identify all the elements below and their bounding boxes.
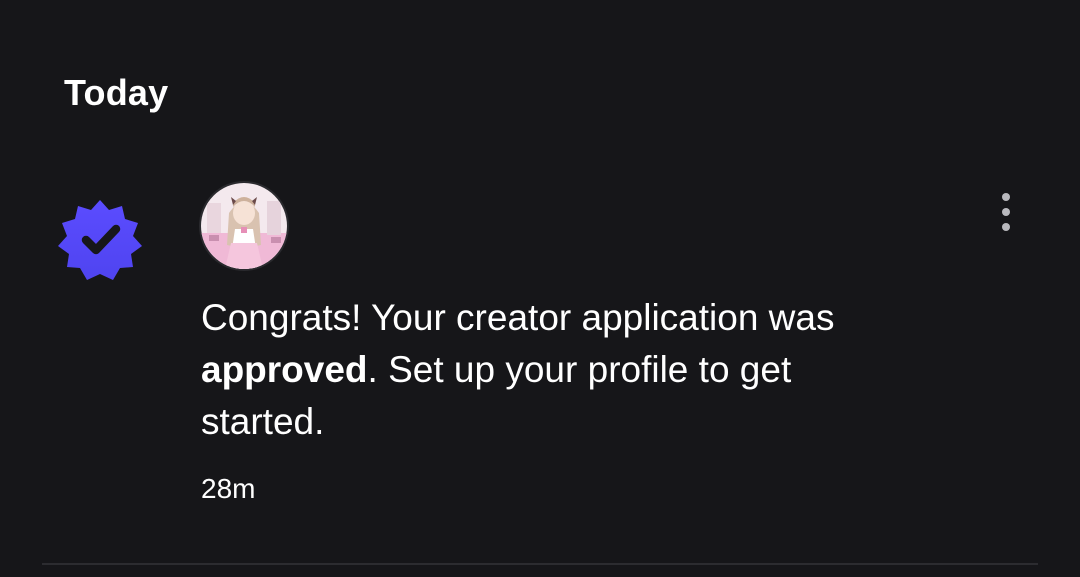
section-title: Today (64, 72, 169, 113)
divider (42, 563, 1038, 565)
notification-message: Congrats! Your creator application was a… (201, 292, 921, 448)
more-options-button[interactable] (986, 188, 1026, 236)
verified-badge-icon (56, 196, 144, 284)
message-text: Congrats! Your creator application was (201, 297, 835, 338)
message-bold: approved (201, 349, 368, 390)
more-vertical-icon (1002, 193, 1010, 201)
creator-avatar[interactable] (201, 183, 287, 269)
timestamp: 28m (201, 473, 256, 504)
notification-item[interactable]: Congrats! Your creator application was a… (0, 170, 1080, 577)
